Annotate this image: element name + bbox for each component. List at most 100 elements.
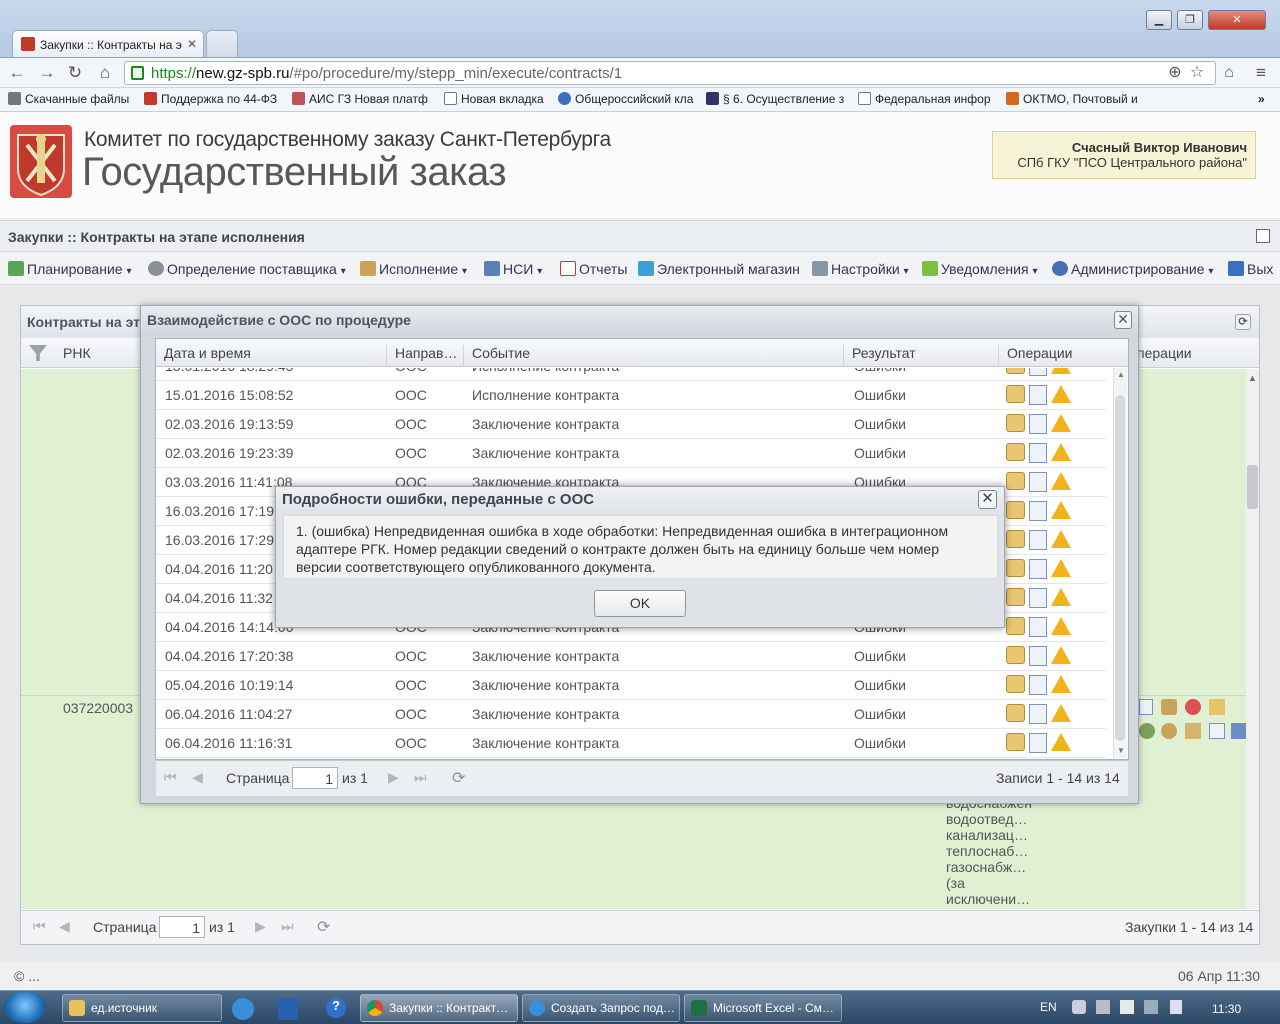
prev-page-icon[interactable]: ◀ <box>192 769 203 786</box>
contract-number[interactable]: 037220003 <box>63 700 133 716</box>
package-icon[interactable] <box>1006 414 1025 432</box>
warning-icon[interactable] <box>1051 675 1071 693</box>
bookmark-item[interactable]: Поддержка по 44-ФЗ <box>144 92 282 108</box>
menu-shop[interactable]: Электронный магазин <box>638 261 800 277</box>
first-page-icon[interactable]: ⏮ <box>164 769 177 786</box>
clock[interactable]: 11:30 <box>1212 1002 1241 1016</box>
tray-volume-icon[interactable] <box>1170 1000 1182 1014</box>
package-icon[interactable] <box>1006 368 1025 374</box>
reload-icon[interactable]: ↻ <box>64 62 86 84</box>
task-excel[interactable]: Microsoft Excel - См… <box>684 994 842 1022</box>
columns-icon[interactable] <box>1231 723 1247 739</box>
package-icon[interactable] <box>1006 704 1025 722</box>
bookmark-item[interactable]: Общероссийский кла <box>558 92 694 108</box>
warning-icon[interactable] <box>1051 646 1071 664</box>
warning-icon[interactable] <box>1051 472 1071 490</box>
next-page-icon[interactable]: ▶ <box>388 769 399 786</box>
package-icon[interactable] <box>1006 588 1025 606</box>
tab-close-icon[interactable]: ✕ <box>187 37 197 51</box>
scroll-thumb[interactable] <box>1247 465 1258 509</box>
tray-network-icon[interactable] <box>1096 1000 1110 1014</box>
package-icon[interactable] <box>1006 472 1025 490</box>
bookmark-item[interactable]: Скачанные файлы <box>8 92 136 108</box>
table-row[interactable]: 02.03.2016 19:23:39 ООС Заключение контрак… <box>156 439 1106 468</box>
menu-exit[interactable]: Вых <box>1228 261 1280 277</box>
menu-nsi[interactable]: НСИ ▾ <box>484 261 542 277</box>
warning-icon[interactable] <box>1051 530 1071 548</box>
first-page-icon[interactable]: ⏮ <box>33 918 46 935</box>
package-icon[interactable] <box>1006 646 1025 664</box>
scroll-down-icon[interactable]: ▼ <box>1117 746 1125 755</box>
table-row[interactable]: 05.04.2016 10:19:14 ООС Заключение контрак… <box>156 671 1106 700</box>
contracts-scrollbar[interactable]: ▲ <box>1246 369 1259 909</box>
menu-reports[interactable]: Отчеты <box>560 261 627 277</box>
document-edit-icon[interactable] <box>1029 472 1047 492</box>
menu-settings[interactable]: Настройки ▾ <box>812 261 909 277</box>
document-edit-icon[interactable] <box>1029 559 1047 579</box>
collapse-icon[interactable] <box>1256 229 1270 243</box>
zoom-icon[interactable]: ⊕ <box>1164 62 1186 84</box>
list-icon[interactable] <box>1209 723 1225 739</box>
page-number-input[interactable]: 1 <box>159 916 205 938</box>
record-icon[interactable] <box>1185 699 1201 715</box>
table-row[interactable]: 06.04.2016 11:04:27 ООС Заключение контрак… <box>156 700 1106 729</box>
table-row[interactable]: 02.03.2016 19:13:59 ООС Заключение контрак… <box>156 410 1106 439</box>
document-edit-icon[interactable] <box>1029 588 1047 608</box>
bookmark-item[interactable]: ОКТМО, Почтовый и <box>1006 92 1146 108</box>
column-datetime[interactable]: Дата и время <box>156 345 386 367</box>
warning-icon[interactable] <box>1051 733 1071 751</box>
bookmark-item[interactable]: Новая вкладка <box>444 92 550 108</box>
package-icon[interactable] <box>1006 675 1025 693</box>
table-row[interactable]: 13.01.2016 18:29:45 ООС Исполнение контрак… <box>156 368 1106 381</box>
dialog-close-icon[interactable]: ✕ <box>1114 311 1132 329</box>
document-edit-icon[interactable] <box>1029 443 1047 463</box>
oos-scroll-thumb[interactable] <box>1115 395 1125 741</box>
task-folder[interactable]: ед.источник <box>62 994 222 1022</box>
menu-admin[interactable]: Администрирование ▾ <box>1052 261 1213 277</box>
column-direction[interactable]: Направ… <box>386 345 463 367</box>
restore-button[interactable]: ❐ <box>1177 10 1203 30</box>
start-button[interactable] <box>4 991 46 1023</box>
column-rnk[interactable]: РНК <box>63 345 91 361</box>
warning-icon[interactable] <box>1051 588 1071 606</box>
menu-supplier[interactable]: Определение поставщика ▾ <box>148 261 346 277</box>
task-chrome[interactable]: Закупки :: Контракт… <box>360 994 518 1022</box>
refresh-panel-icon[interactable]: ⟳ <box>1235 314 1251 330</box>
browser-tab-active[interactable]: Закупки :: Контракты на э ✕ <box>12 30 204 57</box>
document-edit-icon[interactable] <box>1029 501 1047 521</box>
settings-icon[interactable] <box>1139 723 1155 739</box>
ok-button[interactable]: OK <box>594 590 686 617</box>
next-page-icon[interactable]: ▶ <box>255 918 266 935</box>
new-tab-button[interactable] <box>206 30 238 57</box>
column-operations[interactable]: перации <box>1137 345 1192 361</box>
document-edit-icon[interactable] <box>1029 646 1047 666</box>
refresh-icon[interactable]: ⟳ <box>317 917 330 937</box>
edit-icon[interactable] <box>1161 699 1177 715</box>
warning-icon[interactable] <box>1051 501 1071 519</box>
extension-icon[interactable]: ⌂ <box>1218 62 1240 84</box>
table-row[interactable]: 15.01.2016 15:08:52 ООС Исполнение контрак… <box>156 381 1106 410</box>
refresh-icon[interactable]: ⟳ <box>452 768 465 788</box>
scroll-up-icon[interactable]: ▲ <box>1117 370 1125 379</box>
menu-icon[interactable]: ≡ <box>1250 62 1272 84</box>
bookmark-item[interactable]: § 6. Осуществление з <box>706 92 846 108</box>
table-row[interactable]: 04.04.2016 17:20:38 ООС Заключение контрак… <box>156 642 1106 671</box>
document-edit-icon[interactable] <box>1029 385 1047 405</box>
menu-planning[interactable]: Планирование ▾ <box>8 261 131 277</box>
document-edit-icon[interactable] <box>1029 675 1047 695</box>
document-edit-icon[interactable] <box>1029 617 1047 637</box>
help-icon[interactable]: ? <box>326 998 346 1018</box>
warning-icon[interactable] <box>1051 704 1071 722</box>
package-icon[interactable] <box>1006 733 1025 751</box>
filter-icon[interactable] <box>29 345 47 361</box>
user-info[interactable]: Счасный Виктор Иванович СПб ГКУ "ПСО Цен… <box>992 131 1256 179</box>
package-icon[interactable] <box>1006 443 1025 461</box>
dialog-title[interactable]: Взаимодействие с ООС по процедуре <box>141 306 1138 334</box>
warning-icon[interactable] <box>1051 368 1071 374</box>
warning-icon[interactable] <box>1051 617 1071 635</box>
back-icon[interactable]: ← <box>6 62 28 84</box>
last-page-icon[interactable]: ⏭ <box>414 769 427 786</box>
error-dialog-title[interactable]: Подробности ошибки, переданные с ООС <box>276 487 1004 513</box>
tray-flag-icon[interactable] <box>1120 1000 1134 1014</box>
document-edit-icon[interactable] <box>1029 733 1047 753</box>
